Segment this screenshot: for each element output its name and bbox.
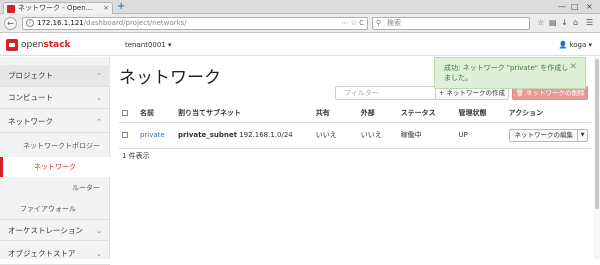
sidebar-section-label: オーケストレーション: [8, 226, 83, 235]
sidebar-item-network-topology[interactable]: ネットワークトポロジー: [0, 136, 110, 156]
column-admin-state[interactable]: 管理状態: [455, 104, 506, 123]
app-header: openstack tenant0001 ▾ 👤 koga ▾: [0, 34, 600, 56]
menu-icon[interactable]: ☰: [586, 18, 593, 27]
bookmarks-icon[interactable]: ▤: [549, 18, 557, 27]
status-cell: 稼働中: [397, 122, 456, 149]
success-toast: 成功: ネットワーク "private" を作成し ました。 ✕: [434, 57, 586, 89]
logo-text-open: open: [21, 40, 44, 50]
user-menu[interactable]: 👤 koga ▾: [559, 41, 593, 49]
sidebar-item-routers[interactable]: ルーター: [0, 178, 110, 198]
column-name[interactable]: 名前: [136, 104, 175, 123]
chevron-up-icon: ⌃: [96, 72, 102, 80]
browser-search-input[interactable]: ⚲ 検索: [372, 17, 530, 30]
scrollbar-thumb[interactable]: [595, 59, 599, 209]
search-icon: ⚲: [376, 19, 382, 27]
edit-network-button[interactable]: ネットワークの編集 ▼: [508, 128, 588, 142]
page-title: ネットワーク: [119, 68, 221, 88]
openstack-logo-icon: [6, 39, 18, 51]
sidebar-section-project[interactable]: プロジェクト ⌃: [0, 65, 110, 87]
tab-title: ネットワーク - Open...: [18, 4, 93, 12]
maximize-icon[interactable]: □: [571, 2, 579, 11]
sidebar-section-label: コンピュート: [8, 93, 53, 102]
networks-table: 名前 割り当てサブネット 共有 外部 ステータス 管理状態 アクション priv…: [119, 104, 591, 149]
filter-placeholder: フィルター: [344, 89, 379, 97]
sidebar: プロジェクト ⌃ コンピュート ⌄ ネットワーク ⌃ ネットワークトポロジー ネ…: [0, 57, 110, 265]
select-all-checkbox[interactable]: [122, 109, 128, 116]
column-subnets[interactable]: 割り当てサブネット: [174, 104, 313, 123]
sidebar-item-networks[interactable]: ネットワーク: [0, 157, 110, 177]
column-actions: アクション: [505, 104, 591, 123]
sidebar-section-network[interactable]: ネットワーク ⌃: [0, 111, 110, 133]
sidebar-section-compute[interactable]: コンピュート ⌄: [0, 87, 110, 109]
toast-message-line2: ました。: [444, 74, 472, 82]
chevron-down-icon: ⌄: [96, 94, 102, 102]
back-arrow-icon[interactable]: ←: [4, 17, 17, 30]
sidebar-item-firewall[interactable]: ファイアウォール: [0, 199, 110, 219]
subnet-name: private_subnet: [177, 131, 237, 139]
subnet-cidr: 192.168.1.0/24: [239, 131, 293, 139]
window-close-icon[interactable]: ×: [586, 2, 593, 11]
sidebar-section-label: プロジェクト: [8, 71, 53, 80]
openstack-favicon-icon: [7, 5, 15, 13]
row-checkbox[interactable]: [122, 132, 128, 138]
logo-text-stack: stack: [43, 40, 71, 50]
sidebar-section-orchestration[interactable]: オーケストレーション ⌄: [0, 219, 110, 241]
chevron-up-icon: ⌃: [96, 118, 102, 126]
new-tab-button[interactable]: +: [117, 2, 125, 12]
sidebar-section-label: ネットワーク: [8, 117, 53, 126]
bookmark-star-icon[interactable]: ☆: [537, 18, 544, 27]
url-path: /dashboard/project/networks/: [83, 19, 187, 27]
browser-nav-bar: ← i 172.16.1.121/dashboard/project/netwo…: [0, 14, 600, 33]
browser-tab-bar: ネットワーク - Open... × + — □ ×: [0, 0, 600, 14]
table-header-row: 名前 割り当てサブネット 共有 外部 ステータス 管理状態 アクション: [119, 104, 591, 123]
column-shared[interactable]: 共有: [312, 104, 358, 123]
search-placeholder: 検索: [387, 19, 401, 27]
scrollbar[interactable]: [594, 57, 600, 259]
filter-input[interactable]: フィルター: [335, 86, 439, 100]
sidebar-section-label: オブジェクトストア: [8, 249, 76, 258]
toast-close-icon[interactable]: ✕: [569, 62, 577, 72]
toast-message-line1: 成功: ネットワーク "private" を作成し: [444, 64, 569, 72]
edit-network-label: ネットワークの編集: [514, 130, 574, 139]
actions-cell: ネットワークの編集 ▼: [505, 122, 591, 149]
network-name-cell: private: [136, 122, 175, 149]
sidebar-section-object-store[interactable]: オブジェクトストア ⌄: [0, 243, 110, 265]
url-tools-icon[interactable]: ⋯ ☆ C: [341, 18, 364, 29]
browser-tab[interactable]: ネットワーク - Open... ×: [3, 2, 113, 14]
url-bar[interactable]: i 172.16.1.121/dashboard/project/network…: [22, 17, 368, 30]
external-cell: いいえ: [357, 122, 398, 149]
site-info-icon[interactable]: i: [26, 19, 34, 27]
column-status[interactable]: ステータス: [397, 104, 456, 123]
chevron-down-icon: ⌄: [96, 227, 102, 235]
chevron-down-icon: ⌄: [96, 250, 102, 258]
minimize-icon[interactable]: —: [558, 2, 566, 11]
shared-cell: いいえ: [312, 122, 358, 149]
admin-state-cell: UP: [455, 122, 506, 149]
caret-down-icon[interactable]: ▼: [577, 129, 587, 141]
project-selector[interactable]: tenant0001 ▾: [125, 41, 172, 49]
network-name-link[interactable]: private: [140, 131, 165, 139]
url-host: 172.16.1.121: [37, 19, 84, 27]
home-icon[interactable]: ⌂: [573, 18, 578, 27]
row-count: 1 件表示: [122, 152, 150, 160]
tab-close-icon[interactable]: ×: [103, 3, 109, 14]
column-external[interactable]: 外部: [357, 104, 398, 123]
downloads-icon[interactable]: ↓: [561, 18, 568, 27]
table-row: private private_subnet 192.168.1.0/24 いい…: [119, 122, 591, 149]
row-select-cell: [119, 122, 137, 149]
select-all-cell: [119, 104, 137, 123]
subnet-cell: private_subnet 192.168.1.0/24: [174, 122, 313, 149]
